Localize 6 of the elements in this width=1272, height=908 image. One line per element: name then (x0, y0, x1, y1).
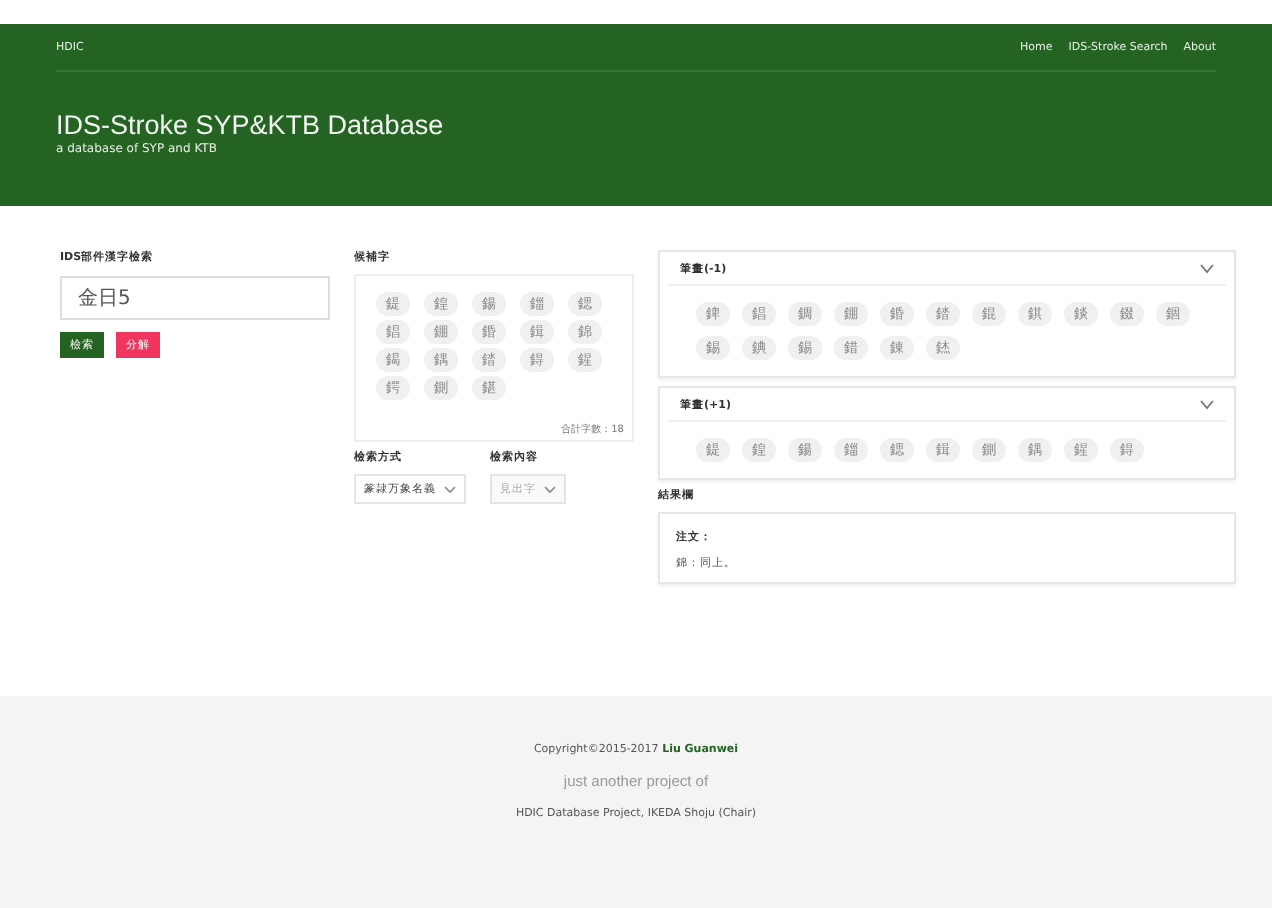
site-title: IDS-Stroke SYP&KTB Database (56, 110, 446, 140)
caret-icon (444, 485, 456, 493)
search-field[interactable]: 金日5 (60, 276, 330, 320)
caret-icon (544, 485, 556, 493)
chevron-icon (1200, 400, 1214, 410)
chevron-icon (1200, 264, 1214, 274)
